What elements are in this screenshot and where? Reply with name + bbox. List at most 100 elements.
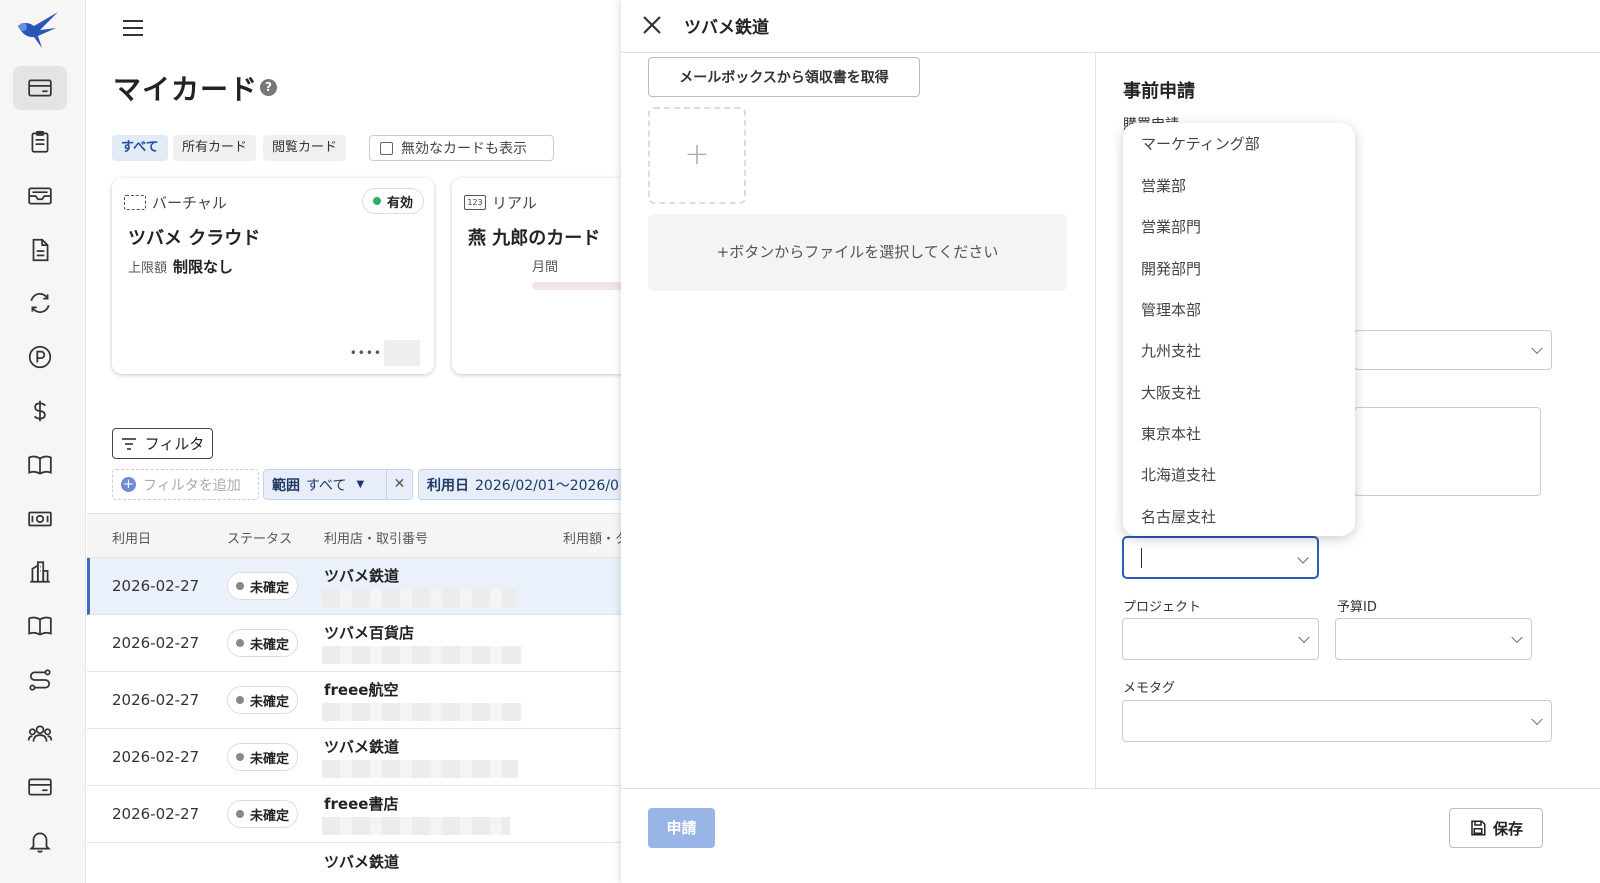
users-icon[interactable] (13, 712, 67, 756)
inbox-icon[interactable] (13, 174, 67, 218)
show-inactive-checkbox[interactable] (380, 141, 393, 155)
date-filter-chip[interactable]: 利用日 2026/02/01〜2026/0 (418, 469, 637, 500)
status-badge-label: 有効 (386, 195, 413, 211)
card-period: 月間 (532, 260, 559, 275)
book-icon[interactable] (13, 443, 67, 487)
credit-card-icon[interactable] (13, 66, 67, 110)
dropdown-option[interactable]: 大阪支社 (1141, 382, 1201, 403)
dropdown-option[interactable]: 東京本社 (1141, 423, 1201, 444)
card-tile[interactable]: バーチャル 有効 ツバメ クラウド 上限額 制限なし •••• (112, 178, 434, 374)
card-number-mask: •••• (349, 346, 382, 360)
project-select[interactable] (1122, 618, 1319, 660)
table-row[interactable]: 2026-02-27 未確定 ツバメ百貨店 (87, 615, 637, 672)
col-header-date[interactable]: 利用日 (112, 528, 151, 547)
status-badge-label: 未確定 (250, 694, 290, 710)
background-select[interactable] (1354, 330, 1552, 370)
chevron-down-icon (1298, 631, 1310, 644)
floppy-disk-icon (1471, 820, 1486, 836)
dropdown-option[interactable]: 営業部 (1141, 175, 1186, 196)
row-date: 2026-02-27 (112, 577, 200, 595)
dollar-icon[interactable] (13, 389, 67, 433)
department-dropdown: マーケティング部 営業部 営業部門 開発部門 管理本部 九州支社 大阪支社 東京… (1123, 123, 1355, 536)
filter-button[interactable]: フィルタ (112, 428, 213, 459)
dropdown-option[interactable]: 名古屋支社 (1141, 506, 1216, 527)
add-filter-label: フィルタを追加 (143, 477, 241, 494)
dropdown-option[interactable]: 九州支社 (1141, 340, 1201, 361)
dropdown-option[interactable]: 北海道支社 (1141, 464, 1216, 485)
add-filter-button[interactable]: + フィルタを追加 (112, 469, 259, 500)
show-inactive-toggle[interactable]: 無効なカードも表示 (369, 135, 554, 161)
plus-circle-icon: + (121, 477, 136, 492)
row-date: 2026-02-27 (112, 634, 200, 652)
row-shop: ツバメ鉄道 (324, 853, 400, 871)
parking-icon[interactable] (13, 335, 67, 379)
route-icon[interactable] (13, 658, 67, 702)
upload-file-button[interactable]: + (648, 107, 746, 204)
chevron-down-icon (1297, 552, 1309, 564)
fetch-receipt-from-mailbox-button[interactable]: メールボックスから領収書を取得 (648, 57, 920, 97)
panel-footer: 申請 保存 (621, 788, 1600, 883)
status-badge-label: 未確定 (250, 580, 290, 596)
col-header-shop[interactable]: 利用店・取引番号 (324, 528, 428, 547)
bird-logo-icon[interactable] (16, 10, 60, 50)
dropdown-option[interactable]: 営業部門 (1141, 216, 1201, 237)
clipboard-icon[interactable] (13, 120, 67, 164)
card-limit-value: 制限なし (173, 258, 234, 276)
save-button[interactable]: 保存 (1449, 808, 1543, 848)
card-icon[interactable] (13, 765, 67, 809)
table-row[interactable]: 2026-02-27 未確定 freee書店 (87, 786, 637, 843)
row-transaction-id (322, 703, 522, 721)
bell-icon[interactable] (13, 819, 67, 863)
dropdown-option[interactable]: 管理本部 (1141, 299, 1201, 320)
hamburger-menu-icon[interactable] (121, 18, 145, 38)
detail-panel: ツバメ鉄道 メールボックスから領収書を取得 + +ボタンからファイルを選択してく… (621, 0, 1600, 883)
date-filter-value: 2026/02/01〜2026/0 (475, 477, 619, 494)
status-badge-label: 未確定 (250, 637, 290, 653)
remove-filter-icon[interactable]: ✕ (386, 470, 412, 499)
budget-id-select[interactable] (1335, 618, 1532, 660)
document-icon[interactable] (13, 228, 67, 272)
memo-tag-select[interactable] (1122, 700, 1552, 742)
close-icon[interactable] (640, 13, 664, 37)
col-header-status[interactable]: ステータス (227, 528, 292, 547)
chip-all[interactable]: すべて (112, 135, 168, 161)
status-badge: 未確定 (227, 629, 299, 657)
table-row[interactable]: 2026-02-27 未確定 freee航空 (87, 672, 637, 729)
chip-owned-cards[interactable]: 所有カード (173, 135, 257, 161)
dropdown-option[interactable]: 開発部門 (1141, 258, 1201, 279)
panel-divider (1095, 53, 1096, 788)
card-tile[interactable]: 123 リアル 燕 九郎のカード 月間 (452, 178, 637, 374)
banknote-icon[interactable] (13, 497, 67, 541)
background-textarea[interactable] (1354, 407, 1541, 496)
card-type-label: バーチャル (152, 194, 227, 212)
real-card-icon: 123 (464, 195, 486, 210)
chevron-down-icon (1531, 713, 1543, 726)
building-icon[interactable] (13, 550, 67, 594)
chevron-down-icon (1531, 342, 1543, 355)
book-open-icon[interactable] (13, 604, 67, 648)
status-badge: 未確定 (227, 743, 299, 771)
apply-button[interactable]: 申請 (648, 808, 715, 848)
status-badge: 有効 (361, 188, 424, 214)
status-badge: 未確定 (227, 686, 299, 714)
help-icon[interactable]: ? (260, 79, 277, 96)
filter-button-label: フィルタ (144, 435, 205, 453)
date-filter-label: 利用日 (427, 477, 469, 494)
status-badge: 未確定 (227, 572, 299, 600)
card-type: バーチャル (124, 192, 227, 213)
virtual-card-icon (124, 195, 146, 210)
chip-viewable-cards[interactable]: 閲覧カード (263, 135, 347, 161)
row-transaction-id (322, 760, 518, 778)
table-row[interactable]: 2026-02-27 未確定 ツバメ鉄道 (87, 558, 637, 615)
department-input[interactable] (1122, 536, 1319, 579)
memo-tag-label: メモタグ (1123, 681, 1176, 696)
pending-dot-icon (236, 639, 244, 647)
sync-icon[interactable] (13, 281, 67, 325)
table-row[interactable]: 2026-02-27 未確定 ツバメ鉄道 (87, 729, 637, 786)
card-type-label: リアル (492, 194, 537, 212)
page-title: マイカード (113, 73, 259, 106)
dropdown-option[interactable]: マーケティング部 (1141, 133, 1260, 154)
table-row[interactable]: ツバメ鉄道 (87, 843, 637, 883)
range-filter-chip[interactable]: 範囲 すべて ▼ ✕ (263, 469, 413, 500)
col-header-amount[interactable]: 利用額・タ (563, 528, 628, 547)
